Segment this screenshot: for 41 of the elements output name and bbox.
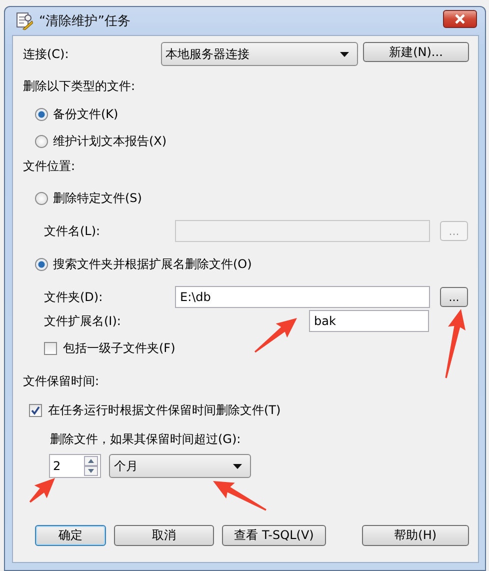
dialog-button[interactable]: 帮助(H) — [362, 525, 469, 546]
connection-dropdown[interactable]: 本地服务器连接 — [160, 42, 358, 66]
radio-button[interactable] — [35, 108, 48, 120]
arrow — [213, 481, 266, 511]
close-button[interactable] — [443, 10, 477, 28]
browse-button[interactable]: ... — [440, 287, 468, 307]
field-label: 文件扩展名(I): — [44, 312, 122, 330]
caret-icon — [233, 464, 242, 468]
radio-label: 备份文件(K) — [53, 106, 118, 122]
extension-field[interactable]: bak — [309, 310, 429, 332]
radio-label: 维护计划文本报告(X) — [53, 132, 167, 150]
checkbox[interactable] — [29, 404, 42, 416]
radio-label: 删除特定文件(S) — [53, 190, 142, 206]
section-label: 文件位置: — [23, 158, 76, 174]
connection-label: 连接(C): — [23, 46, 70, 62]
field-label: 文件夹(D): — [44, 288, 104, 306]
task-icon — [15, 12, 33, 30]
checkbox-label: 包括一级子文件夹(F) — [63, 340, 176, 356]
section-label: 文件保留时间: — [23, 372, 100, 390]
field-label: 删除文件，如果其保留时间超过(G): — [50, 430, 241, 448]
caret-icon — [340, 52, 349, 56]
folder-field[interactable]: E:\db — [175, 286, 430, 308]
checkbox-label: 在任务运行时根据文件保留时间删除文件(T) — [48, 402, 281, 418]
field-label: 文件名(L): — [44, 222, 102, 240]
dialog-button[interactable]: 确定 — [35, 525, 106, 546]
radio-button[interactable] — [35, 258, 48, 270]
arrow — [29, 478, 55, 503]
radio-label: 搜索文件夹并根据扩展名删除文件(O) — [53, 256, 252, 272]
arrow — [254, 318, 297, 353]
spin-arrows-icon — [84, 456, 98, 476]
dialog-button[interactable]: 取消 — [114, 525, 214, 546]
window-title: “清除维护”任务 — [39, 13, 132, 30]
radio-button[interactable] — [35, 134, 48, 148]
dialog-button[interactable]: 查看 T-SQL(V) — [222, 525, 326, 546]
section-label: 删除以下类型的文件: — [23, 78, 136, 94]
number-spinner[interactable]: 2 — [49, 454, 101, 478]
checkbox[interactable] — [44, 342, 57, 354]
close-icon — [454, 14, 466, 24]
arrow — [445, 309, 466, 378]
new-button[interactable]: 新建(N)... — [362, 42, 469, 62]
unit-dropdown[interactable]: 个月 — [109, 454, 251, 478]
